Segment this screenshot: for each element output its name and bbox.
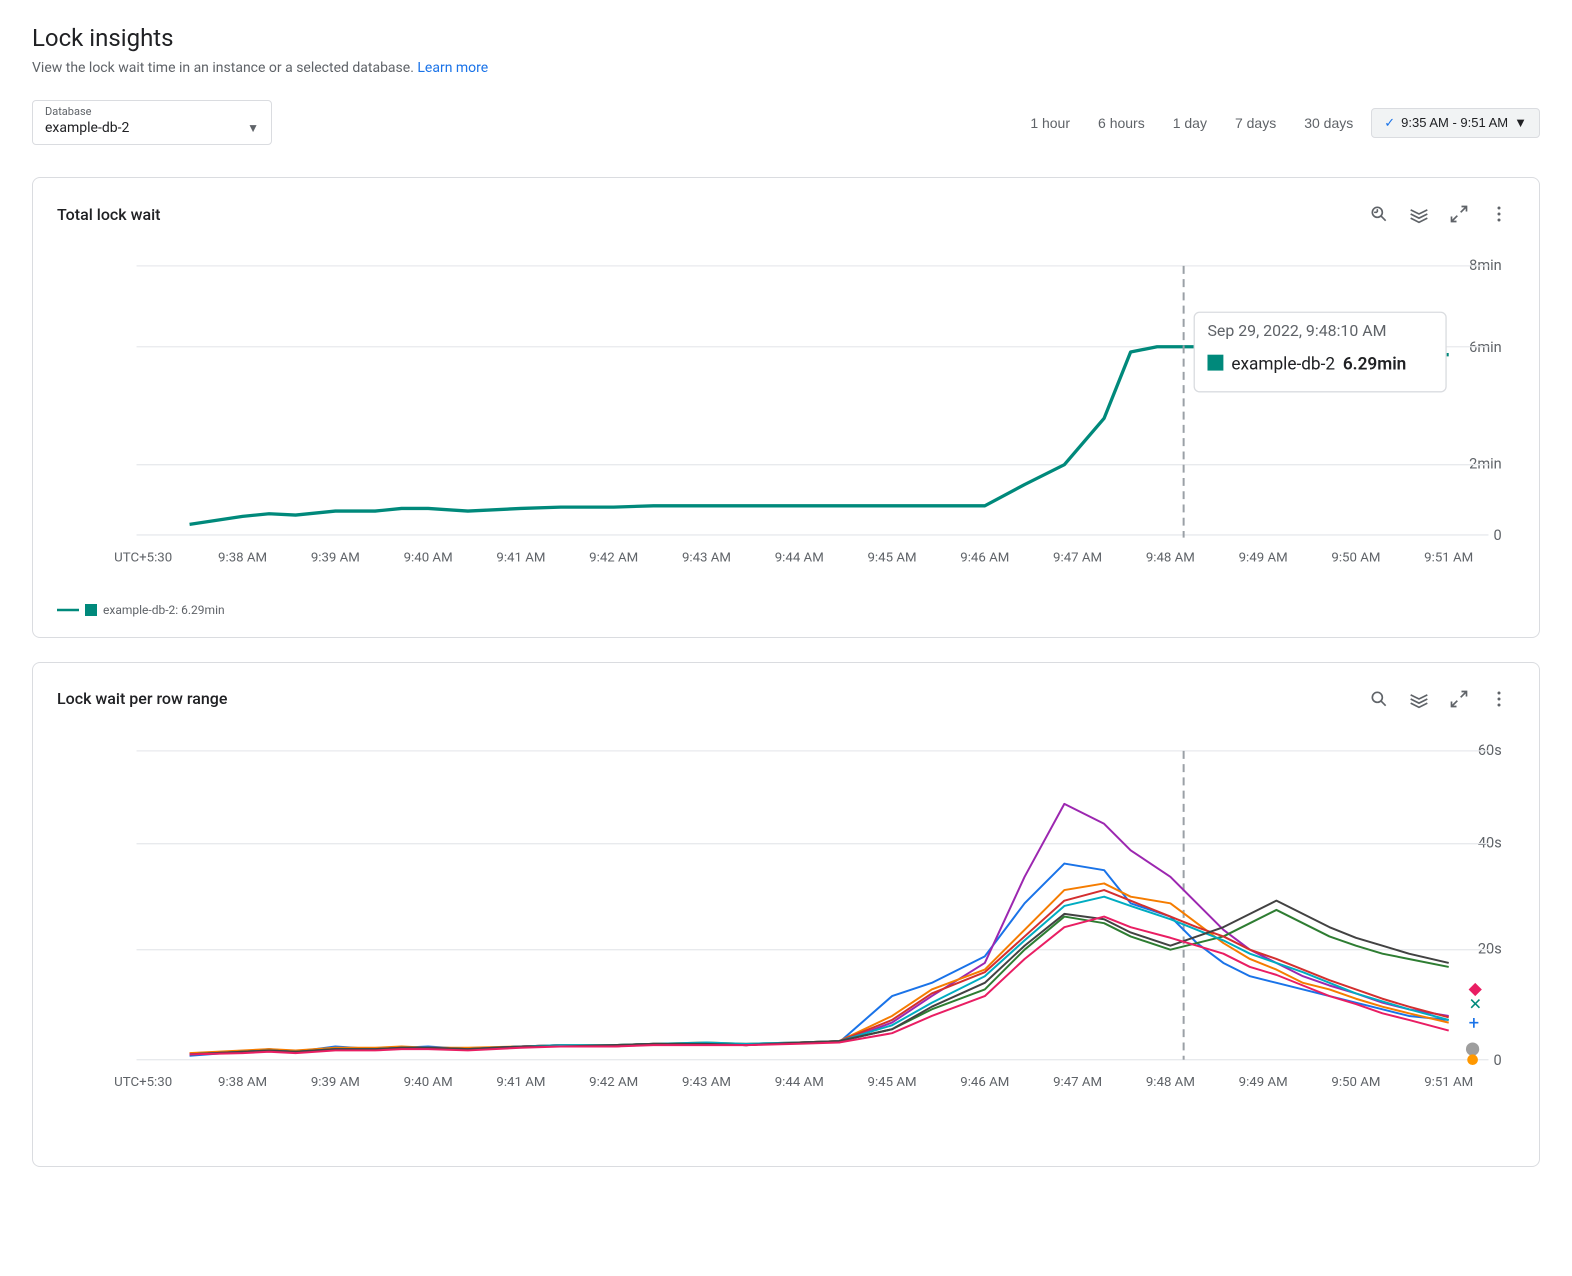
svg-text:20s: 20s [1478, 939, 1502, 957]
chart1-container: 8min 6min 2min 0 UTC+5:30 9:38 AM 9:39 A… [57, 246, 1515, 595]
chart2-svg: 60s 40s 20s 0 UTC+5:30 9:38 AM 9:39 AM 9… [57, 731, 1515, 1142]
svg-text:9:49 AM: 9:49 AM [1239, 550, 1288, 565]
svg-text:9:41 AM: 9:41 AM [496, 1075, 545, 1090]
svg-text:40s: 40s [1478, 833, 1502, 851]
dropdown-chevron-icon: ▼ [1514, 115, 1527, 130]
time-1hour-button[interactable]: 1 hour [1020, 109, 1080, 137]
svg-text:9:49 AM: 9:49 AM [1239, 1075, 1288, 1090]
svg-text:9:40 AM: 9:40 AM [404, 550, 453, 565]
svg-text:9:38 AM: 9:38 AM [218, 550, 267, 565]
lock-wait-per-row-card: Lock wait per row range 60s 40s 20s 0 [32, 662, 1540, 1167]
chart1-legend-label: example-db-2: 6.29min [103, 603, 225, 617]
chart1-legend: example-db-2: 6.29min [57, 603, 1515, 617]
svg-text:+: + [1469, 1012, 1480, 1034]
svg-text:✕: ✕ [1469, 994, 1482, 1013]
chart2-search-button[interactable] [1363, 683, 1395, 715]
controls-row: Database example-db-2 ▼ 1 hour 6 hours 1… [32, 100, 1540, 145]
svg-text:9:38 AM: 9:38 AM [218, 1075, 267, 1090]
chart2-title: Lock wait per row range [57, 689, 227, 708]
chart2-more-button[interactable] [1483, 683, 1515, 715]
svg-text:9:45 AM: 9:45 AM [868, 1075, 917, 1090]
svg-text:9:48 AM: 9:48 AM [1146, 550, 1195, 565]
svg-text:Sep 29, 2022, 9:48:10 AM: Sep 29, 2022, 9:48:10 AM [1207, 321, 1386, 340]
learn-more-link[interactable]: Learn more [417, 60, 488, 76]
svg-text:9:51 AM: 9:51 AM [1424, 1075, 1473, 1090]
chart2-actions [1363, 683, 1515, 715]
database-selector[interactable]: Database example-db-2 ▼ [32, 100, 272, 145]
svg-text:UTC+5:30: UTC+5:30 [114, 550, 172, 565]
svg-text:6.29min: 6.29min [1343, 354, 1406, 374]
chart1-layers-button[interactable] [1403, 198, 1435, 230]
svg-text:9:41 AM: 9:41 AM [496, 550, 545, 565]
chart1-more-button[interactable] [1483, 198, 1515, 230]
svg-text:0: 0 [1494, 1051, 1502, 1069]
total-lock-wait-card: Total lock wait 8min 6min 2min 0 [32, 177, 1540, 638]
chart1-header: Total lock wait [57, 198, 1515, 230]
svg-text:8min: 8min [1469, 256, 1502, 274]
page-title: Lock insights [32, 24, 1540, 52]
chart1-svg: 8min 6min 2min 0 UTC+5:30 9:38 AM 9:39 A… [57, 246, 1515, 591]
check-icon: ✓ [1384, 115, 1395, 131]
time-range-button[interactable]: ✓ 9:35 AM - 9:51 AM ▼ [1371, 108, 1540, 138]
svg-text:2min: 2min [1469, 455, 1502, 473]
database-select-value[interactable]: example-db-2 ▼ [45, 120, 259, 136]
svg-text:9:40 AM: 9:40 AM [404, 1075, 453, 1090]
svg-text:9:46 AM: 9:46 AM [960, 550, 1009, 565]
svg-text:9:47 AM: 9:47 AM [1053, 1075, 1102, 1090]
chart1-search-button[interactable] [1363, 198, 1395, 230]
chart2-container: 60s 40s 20s 0 UTC+5:30 9:38 AM 9:39 AM 9… [57, 731, 1515, 1146]
svg-text:9:48 AM: 9:48 AM [1146, 1075, 1195, 1090]
svg-text:9:43 AM: 9:43 AM [682, 1075, 731, 1090]
svg-text:9:44 AM: 9:44 AM [775, 550, 824, 565]
svg-text:60s: 60s [1478, 740, 1502, 758]
svg-text:9:42 AM: 9:42 AM [589, 550, 638, 565]
chart2-layers-button[interactable] [1403, 683, 1435, 715]
svg-text:UTC+5:30: UTC+5:30 [114, 1075, 172, 1090]
chart1-fullscreen-button[interactable] [1443, 198, 1475, 230]
svg-text:0: 0 [1494, 526, 1502, 544]
chevron-down-icon: ▼ [247, 121, 259, 135]
svg-text:9:39 AM: 9:39 AM [311, 1075, 360, 1090]
svg-text:9:50 AM: 9:50 AM [1331, 1075, 1380, 1090]
time-controls: 1 hour 6 hours 1 day 7 days 30 days ✓ 9:… [1020, 108, 1540, 138]
svg-text:9:46 AM: 9:46 AM [960, 1075, 1009, 1090]
svg-text:9:42 AM: 9:42 AM [589, 1075, 638, 1090]
time-range-label: 9:35 AM - 9:51 AM [1401, 115, 1508, 130]
time-7days-button[interactable]: 7 days [1225, 109, 1286, 137]
database-label: Database [45, 105, 259, 118]
page-subtitle: View the lock wait time in an instance o… [32, 60, 1540, 76]
time-30days-button[interactable]: 30 days [1294, 109, 1363, 137]
svg-text:9:43 AM: 9:43 AM [682, 550, 731, 565]
svg-text:example-db-2: example-db-2 [1231, 354, 1335, 374]
chart1-title: Total lock wait [57, 205, 160, 224]
svg-text:9:45 AM: 9:45 AM [868, 550, 917, 565]
chart2-fullscreen-button[interactable] [1443, 683, 1475, 715]
chart2-header: Lock wait per row range [57, 683, 1515, 715]
chart1-actions [1363, 198, 1515, 230]
svg-text:9:44 AM: 9:44 AM [775, 1075, 824, 1090]
svg-text:9:51 AM: 9:51 AM [1424, 550, 1473, 565]
time-1day-button[interactable]: 1 day [1163, 109, 1217, 137]
svg-text:9:39 AM: 9:39 AM [311, 550, 360, 565]
svg-text:9:47 AM: 9:47 AM [1053, 550, 1102, 565]
svg-text:9:50 AM: 9:50 AM [1331, 550, 1380, 565]
time-6hours-button[interactable]: 6 hours [1088, 109, 1155, 137]
